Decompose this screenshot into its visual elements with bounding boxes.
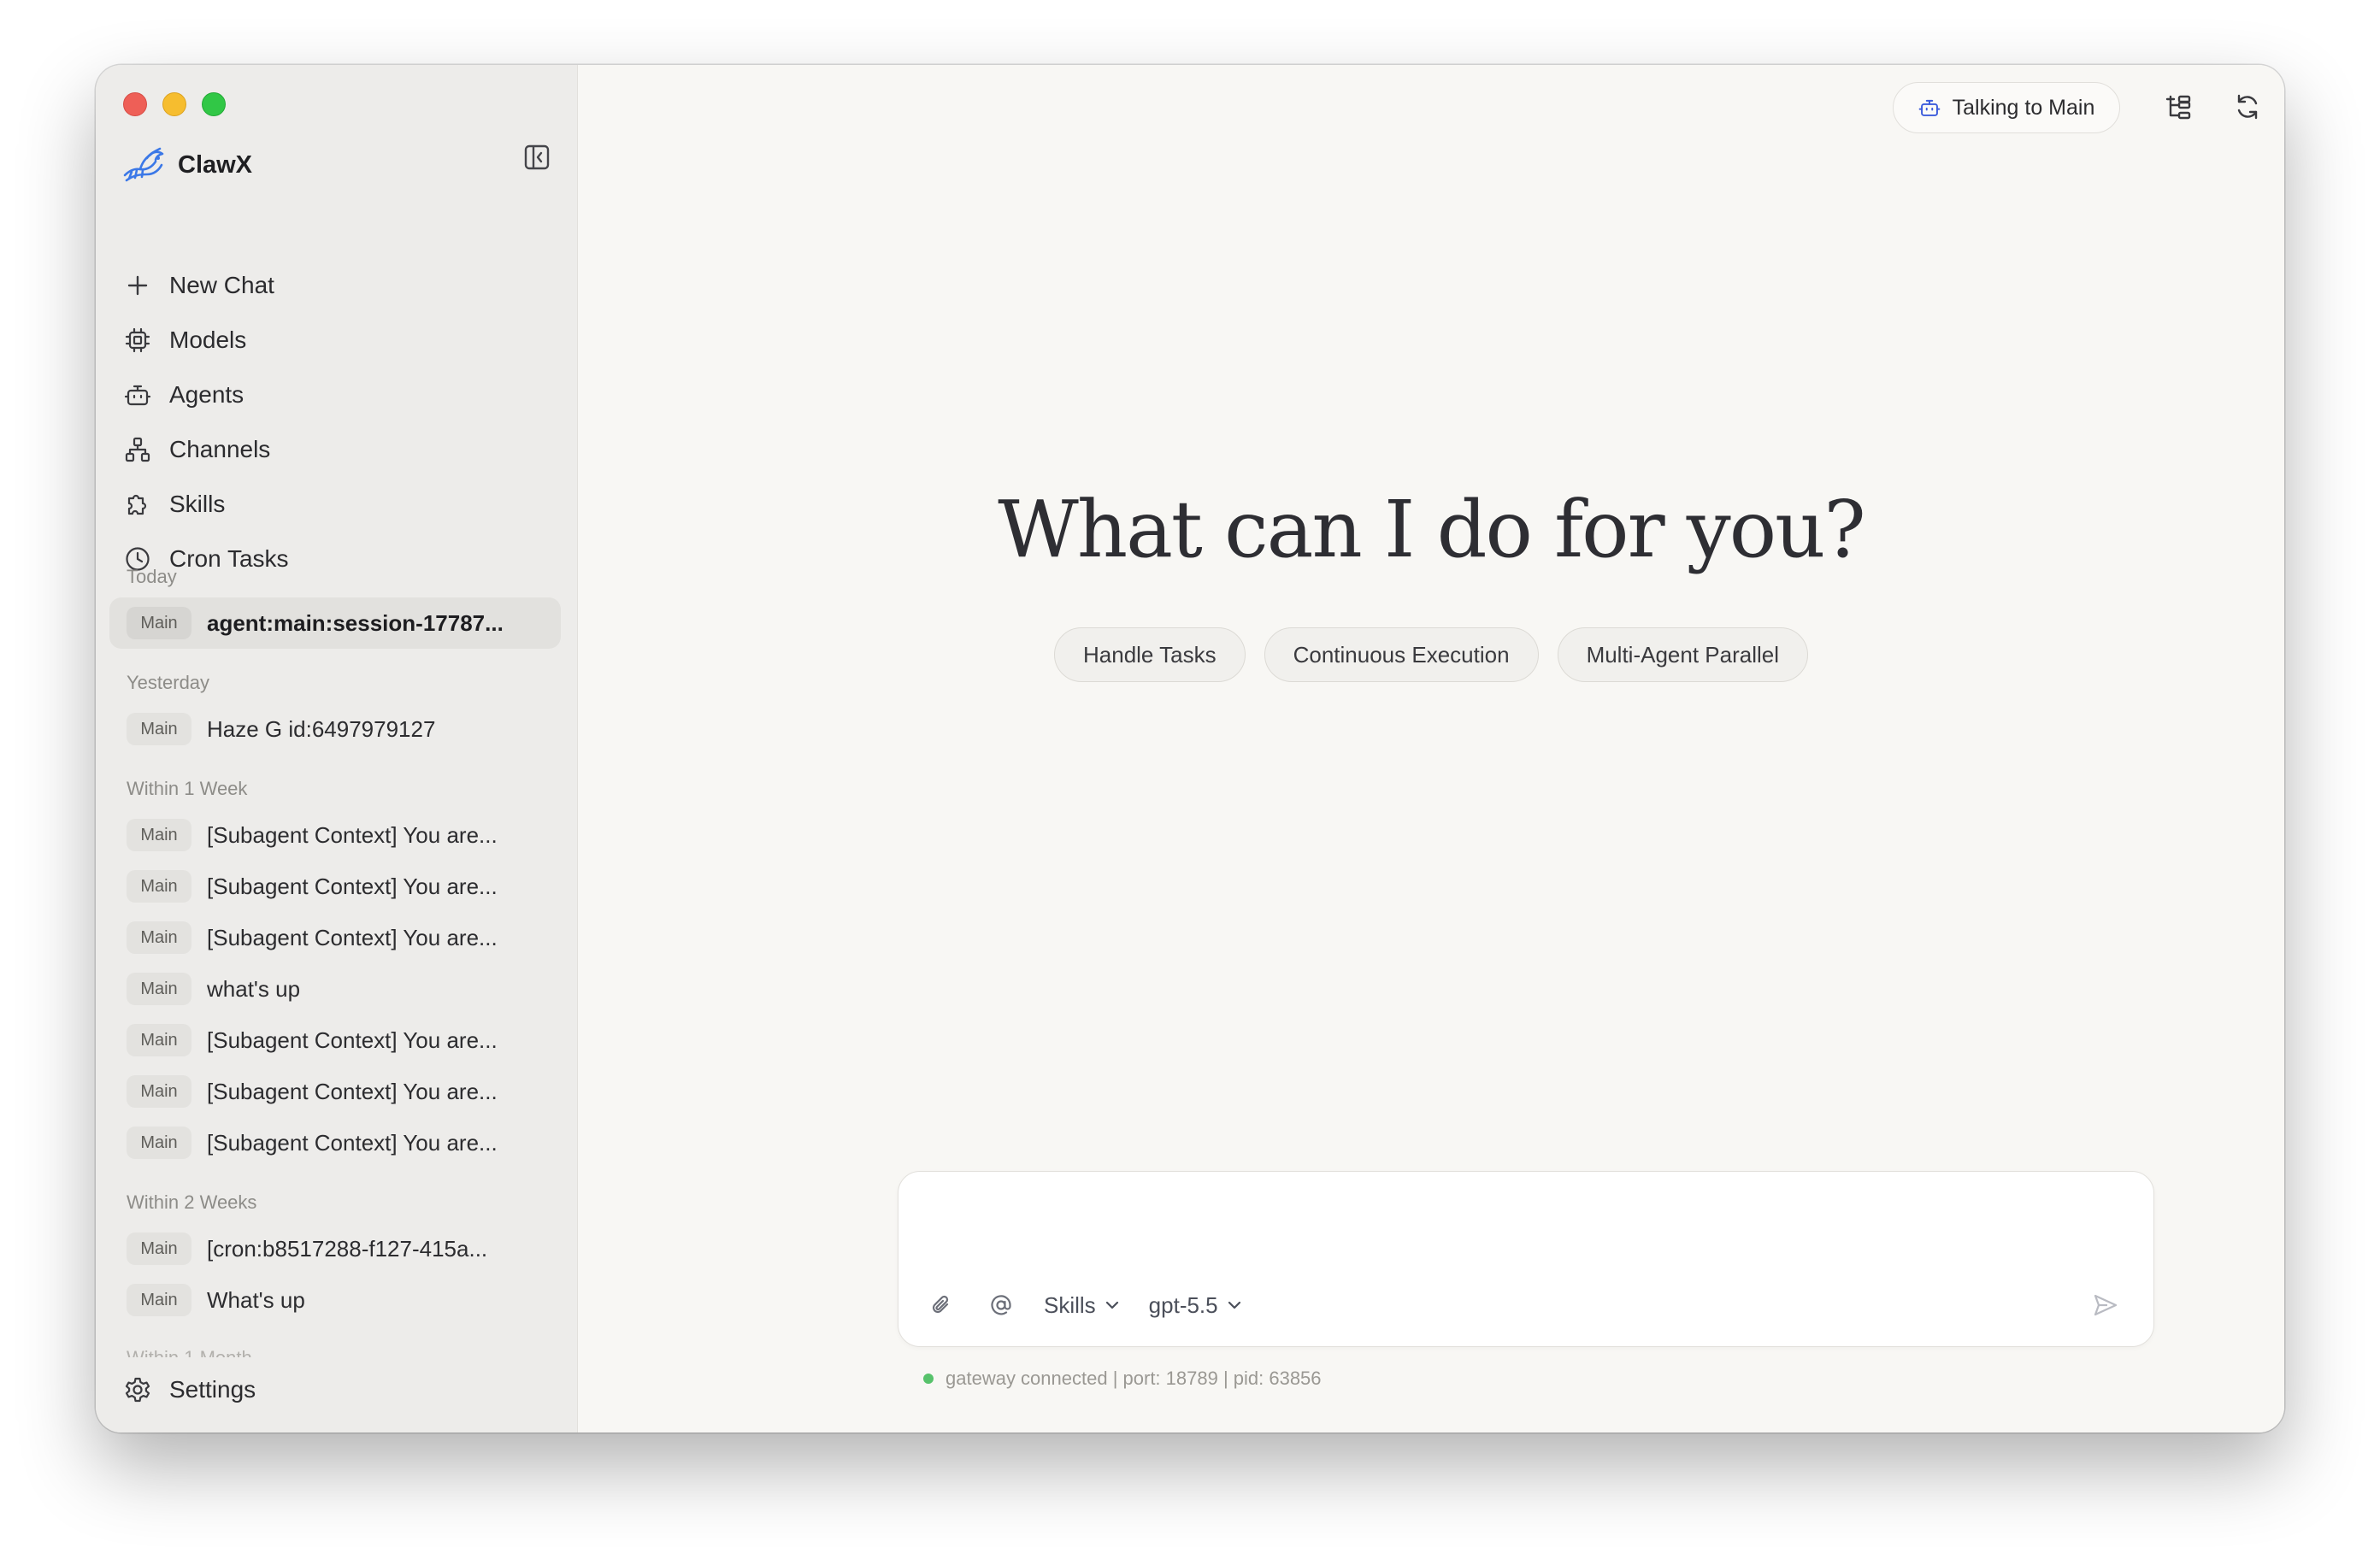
new-chat-button[interactable]: New Chat [123,258,289,313]
session-title: agent:main:session-17787... [207,609,504,636]
message-input[interactable] [924,1192,2124,1262]
model-dropdown[interactable]: gpt-5.5 [1149,1292,1242,1319]
session-title: Haze G id:6497979127 [207,715,436,742]
lobster-logo-icon [123,147,164,182]
new-chat-label: New Chat [169,272,274,298]
session-title: [Subagent Context] You are... [207,924,498,950]
sidebar-item-models[interactable]: Models [123,313,289,368]
message-composer: Skills gpt-5.5 [898,1171,2154,1347]
session-title: [Subagent Context] You are... [207,1027,498,1053]
session-title: [Subagent Context] You are... [207,873,498,899]
session-item[interactable]: Main [Subagent Context] You are... [109,861,561,912]
suggestion-chip-handle-tasks[interactable]: Handle Tasks [1054,627,1246,682]
section-label-yesterday: Yesterday [127,672,210,693]
main-panel: Talking to Main What can I do for you? H… [578,65,2284,1433]
sidebar-item-label: Models [169,327,247,353]
cpu-chip-icon [123,326,152,355]
robot-icon [123,380,152,409]
app-window: ClawX New Chat Models Agents Channels Sk… [96,65,2284,1433]
gateway-status-text: gateway connected | port: 18789 | pid: 6… [946,1368,1322,1389]
session-title: what's up [207,975,301,1002]
agent-tag: Main [127,1127,191,1159]
sidebar-collapse-icon [524,144,550,170]
session-item[interactable]: Main what's up [109,963,561,1015]
sidebar: ClawX New Chat Models Agents Channels Sk… [96,65,578,1433]
agent-tag: Main [127,607,191,639]
gateway-status: gateway connected | port: 18789 | pid: 6… [923,1368,1322,1390]
suggestion-chip-continuous-execution[interactable]: Continuous Execution [1264,627,1539,682]
at-sign-icon [991,1295,1011,1315]
send-icon [2094,1294,2118,1316]
hero-headline: What can I do for you? [998,484,1865,575]
attach-button[interactable] [924,1288,958,1322]
section-label-today: Today [127,566,177,587]
session-item[interactable]: Main What's up [109,1274,561,1326]
agent-tag: Main [127,1284,191,1316]
sidebar-item-agents[interactable]: Agents [123,368,289,422]
sidebar-collapse-button[interactable] [518,138,556,176]
refresh-icon [2237,94,2258,120]
agent-pill-label: Talking to Main [1952,95,2095,120]
skills-dropdown[interactable]: Skills [1044,1292,1120,1319]
paperclip-icon [932,1295,949,1314]
agent-tag: Main [127,819,191,851]
session-title: [Subagent Context] You are... [207,1078,498,1104]
gear-icon [123,1375,152,1404]
agent-tag: Main [127,921,191,954]
network-icon [123,435,152,464]
sidebar-item-label: Channels [169,436,271,462]
session-title: [Subagent Context] You are... [207,821,498,848]
suggestion-chip-multi-agent-parallel[interactable]: Multi-Agent Parallel [1557,627,1808,682]
session-title: [cron:b8517288-f127-415a... [207,1235,488,1262]
plus-icon [123,271,152,300]
sidebar-nav: New Chat Models Agents Channels Skills C… [123,258,289,586]
window-minimize-button[interactable] [162,92,186,116]
section-label-week: Within 1 Week [127,778,248,799]
refresh-button[interactable] [2228,87,2267,126]
model-dropdown-label: gpt-5.5 [1148,1291,1218,1318]
composer-toolbar: Skills gpt-5.5 [924,1285,1271,1326]
settings-button[interactable]: Settings [123,1364,256,1415]
status-dot [923,1374,934,1384]
settings-label: Settings [169,1376,256,1403]
tree-structure-icon [2165,95,2191,120]
agent-tag: Main [127,1024,191,1056]
tree-view-button[interactable] [2159,87,2199,126]
sidebar-item-channels[interactable]: Channels [123,422,289,477]
agent-tag: Main [127,1075,191,1108]
session-item[interactable]: Main [Subagent Context] You are... [109,1117,561,1168]
window-close-button[interactable] [123,92,147,116]
talking-to-agent-button[interactable]: Talking to Main [1893,82,2120,133]
agent-tag: Main [127,870,191,903]
brand: ClawX [121,144,252,186]
session-item-active[interactable]: Main agent:main:session-17787... [109,597,561,649]
agent-tag: Main [127,713,191,745]
session-item[interactable]: Main [Subagent Context] You are... [109,1066,561,1117]
chevron-down-icon [1227,1297,1242,1313]
session-item[interactable]: Main [Subagent Context] You are... [109,912,561,963]
session-item[interactable]: Main Haze G id:6497979127 [109,703,561,755]
sidebar-item-label: Skills [169,491,226,517]
skills-dropdown-label: Skills [1044,1291,1096,1318]
section-label-month: Within 1 Month [127,1349,252,1357]
send-button[interactable] [2087,1286,2124,1324]
chevron-down-icon [1105,1297,1120,1313]
agent-tag: Main [127,1232,191,1265]
session-item[interactable]: Main [cron:b8517288-f127-415a... [109,1223,561,1274]
section-label-two-weeks: Within 2 Weeks [127,1191,257,1213]
session-item[interactable]: Main [Subagent Context] You are... [109,809,561,861]
robot-icon [1918,96,1942,120]
window-maximize-button[interactable] [202,92,226,116]
sidebar-item-label: Cron Tasks [169,545,289,572]
session-title: What's up [207,1286,305,1313]
sidebar-item-label: Agents [169,381,244,408]
agent-tag: Main [127,973,191,1005]
sidebar-item-skills[interactable]: Skills [123,477,289,532]
mention-button[interactable] [984,1288,1018,1322]
app-name: ClawX [178,150,253,179]
session-item[interactable]: Main [Subagent Context] You are... [109,1015,561,1066]
suggestion-chips: Handle Tasks Continuous Execution Multi-… [578,627,2284,682]
puzzle-icon [123,490,152,519]
session-title: [Subagent Context] You are... [207,1129,498,1156]
